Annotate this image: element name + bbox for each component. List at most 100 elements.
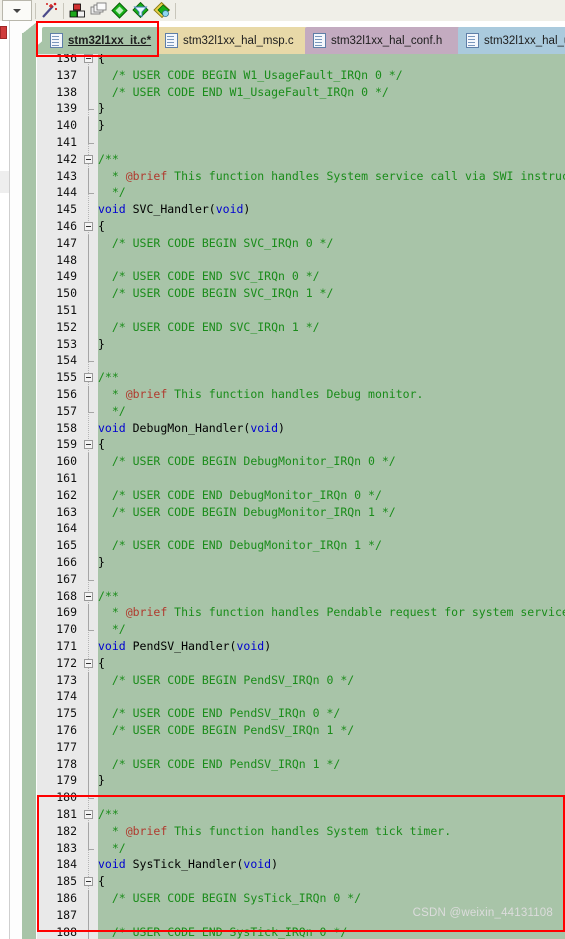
fold-guide-line (88, 705, 89, 722)
palette-diamond-icon[interactable] (152, 1, 171, 20)
line-number: 152 (56, 319, 77, 334)
code-line[interactable]: 166} (37, 554, 565, 571)
fold-guide-line (88, 890, 89, 907)
fold-collapse-icon[interactable] (84, 591, 93, 601)
code-line[interactable]: 159 { (37, 436, 565, 453)
code-line[interactable]: 172 { (37, 655, 565, 672)
code-line[interactable]: 179} (37, 772, 565, 790)
code-line[interactable]: 174 (37, 688, 565, 706)
line-number: 178 (56, 756, 77, 771)
code-line[interactable]: 142 /** (37, 151, 565, 168)
code-line[interactable]: 178 /* USER CODE END PendSV_IRQn 1 */ (37, 755, 565, 773)
line-number: 148 (56, 252, 77, 267)
fold-guide-line (88, 486, 89, 504)
code-line[interactable]: 164 (37, 520, 565, 538)
toolbar (0, 0, 565, 22)
code-line[interactable]: 180 (37, 789, 565, 806)
tab-stm32l1xx-hal-msp-c[interactable]: stm32l1xx_hal_msp.c (157, 27, 307, 54)
code-line[interactable]: 139} (37, 100, 565, 117)
code-editor[interactable]: 136 {137 /* USER CODE BEGIN W1_UsageFault… (37, 54, 565, 939)
code-line[interactable]: 156 * @brief This function handles Debug… (37, 386, 565, 403)
code-line[interactable]: 170 */ (37, 621, 565, 638)
magic-wand-icon[interactable] (40, 1, 59, 20)
code-text: /* USER CODE END SVC_IRQn 0 */ (98, 269, 320, 284)
code-line[interactable]: 183 */ (37, 839, 565, 857)
code-line[interactable]: 177 (37, 738, 565, 756)
line-number: 137 (56, 67, 77, 82)
line-number: 138 (56, 84, 77, 99)
code-line[interactable]: 188 /* USER CODE END SysTick_IRQn 0 */ (37, 923, 565, 939)
code-line[interactable]: 154 (37, 352, 565, 369)
code-text: /* USER CODE END PendSV_IRQn 0 */ (98, 706, 341, 721)
code-line[interactable]: 144 */ (37, 184, 565, 201)
fold-end-marker (88, 100, 94, 111)
tab-label: stm32l1xx_hal_conf.h (331, 34, 443, 47)
code-line[interactable]: 175 /* USER CODE END PendSV_IRQn 0 */ (37, 705, 565, 722)
code-line[interactable]: 140} (37, 117, 565, 134)
line-number: 187 (56, 907, 77, 922)
fold-collapse-icon[interactable] (84, 658, 93, 668)
code-line[interactable]: 143 * @brief This function handles Syste… (37, 167, 565, 185)
code-line[interactable]: 169 * @brief This function handles Penda… (37, 604, 565, 622)
code-line[interactable]: 165 /* USER CODE END DebugMonitor_IRQn 1… (37, 537, 565, 554)
code-line[interactable]: 141 (37, 134, 565, 151)
code-line[interactable]: 136 { (37, 54, 565, 67)
code-line[interactable]: 151 (37, 302, 565, 319)
code-line[interactable]: 185 { (37, 873, 565, 890)
code-line[interactable]: 171 void PendSV_Handler(void) (37, 638, 565, 655)
fold-guide-line (88, 318, 89, 336)
tab-stm32l1xx-it-c[interactable]: stm32l1xx_it.c* (42, 27, 159, 54)
code-line[interactable]: 145 void SVC_Handler(void) (37, 201, 565, 218)
code-line[interactable]: 147 /* USER CODE BEGIN SVC_IRQn 0 */ (37, 234, 565, 252)
code-line[interactable]: 157 */ (37, 402, 565, 420)
fold-collapse-icon[interactable] (84, 154, 93, 164)
fold-guide-line (88, 554, 89, 571)
line-number: 141 (56, 135, 77, 149)
fold-collapse-icon[interactable] (84, 440, 93, 450)
filter-funnel-icon[interactable] (131, 1, 150, 20)
toolbar-overflow-dropdown[interactable] (2, 0, 32, 21)
code-line[interactable]: 160 /* USER CODE BEGIN DebugMonitor_IRQn… (37, 453, 565, 470)
code-line[interactable]: 186 /* USER CODE BEGIN SysTick_IRQn 0 */ (37, 890, 565, 907)
code-line[interactable]: 173 /* USER CODE BEGIN PendSV_IRQn 0 */ (37, 671, 565, 689)
fold-guide-line (88, 671, 89, 689)
fold-guide-line (88, 83, 89, 101)
code-line[interactable]: 162 /* USER CODE END DebugMonitor_IRQn 0… (37, 486, 565, 504)
code-line[interactable]: 161 (37, 470, 565, 487)
code-line[interactable]: 168 /** (37, 588, 565, 605)
tab-stm32l1xx-hal-u[interactable]: stm32l1xx_hal_u (458, 27, 565, 54)
fold-collapse-icon[interactable] (84, 810, 93, 819)
code-line[interactable]: 138 /* USER CODE END W1_UsageFault_IRQn … (37, 83, 565, 101)
code-line[interactable]: 181 /** (37, 806, 565, 823)
fold-collapse-icon[interactable] (84, 877, 93, 887)
code-line[interactable]: 184 void SysTick_Handler(void) (37, 856, 565, 873)
code-line[interactable]: 153} (37, 335, 565, 353)
code-line[interactable]: 182 * @brief This function handles Syste… (37, 822, 565, 840)
fold-guide-line (88, 167, 89, 185)
code-line[interactable]: 158 void DebugMon_Handler(void) (37, 420, 565, 437)
fold-guide-line (88, 520, 89, 538)
code-line[interactable]: 148 (37, 251, 565, 269)
code-line[interactable]: 167 (37, 570, 565, 588)
tab-label: stm32l1xx_it.c* (68, 34, 152, 47)
code-line[interactable]: 155 /** (37, 369, 565, 386)
left-collapsed-tab[interactable] (0, 171, 9, 193)
tab-stm32l1xx-hal-conf-h[interactable]: stm32l1xx_hal_conf.h (305, 27, 460, 54)
green-diamond-icon[interactable] (110, 1, 129, 20)
fold-collapse-icon[interactable] (84, 373, 93, 383)
code-text: { (98, 874, 105, 889)
code-line[interactable]: 163 /* USER CODE BEGIN DebugMonitor_IRQn… (37, 503, 565, 521)
line-number: 140 (56, 118, 77, 133)
code-line[interactable]: 146 { (37, 218, 565, 235)
code-line[interactable]: 137 /* USER CODE BEGIN W1_UsageFault_IRQ… (37, 66, 565, 84)
code-line[interactable]: 176 /* USER CODE BEGIN PendSV_IRQn 1 */ (37, 722, 565, 739)
code-line[interactable]: 152 /* USER CODE END SVC_IRQn 1 */ (37, 318, 565, 336)
file-icon (466, 33, 479, 48)
code-line[interactable]: 149 /* USER CODE END SVC_IRQn 0 */ (37, 268, 565, 286)
blocks-icon[interactable] (68, 1, 87, 20)
fold-end-marker (88, 184, 94, 195)
copy-layers-icon[interactable] (89, 1, 108, 20)
fold-collapse-icon[interactable] (84, 222, 93, 231)
code-line[interactable]: 150 /* USER CODE BEGIN SVC_IRQn 1 */ (37, 285, 565, 302)
fold-collapse-icon[interactable] (84, 54, 93, 63)
